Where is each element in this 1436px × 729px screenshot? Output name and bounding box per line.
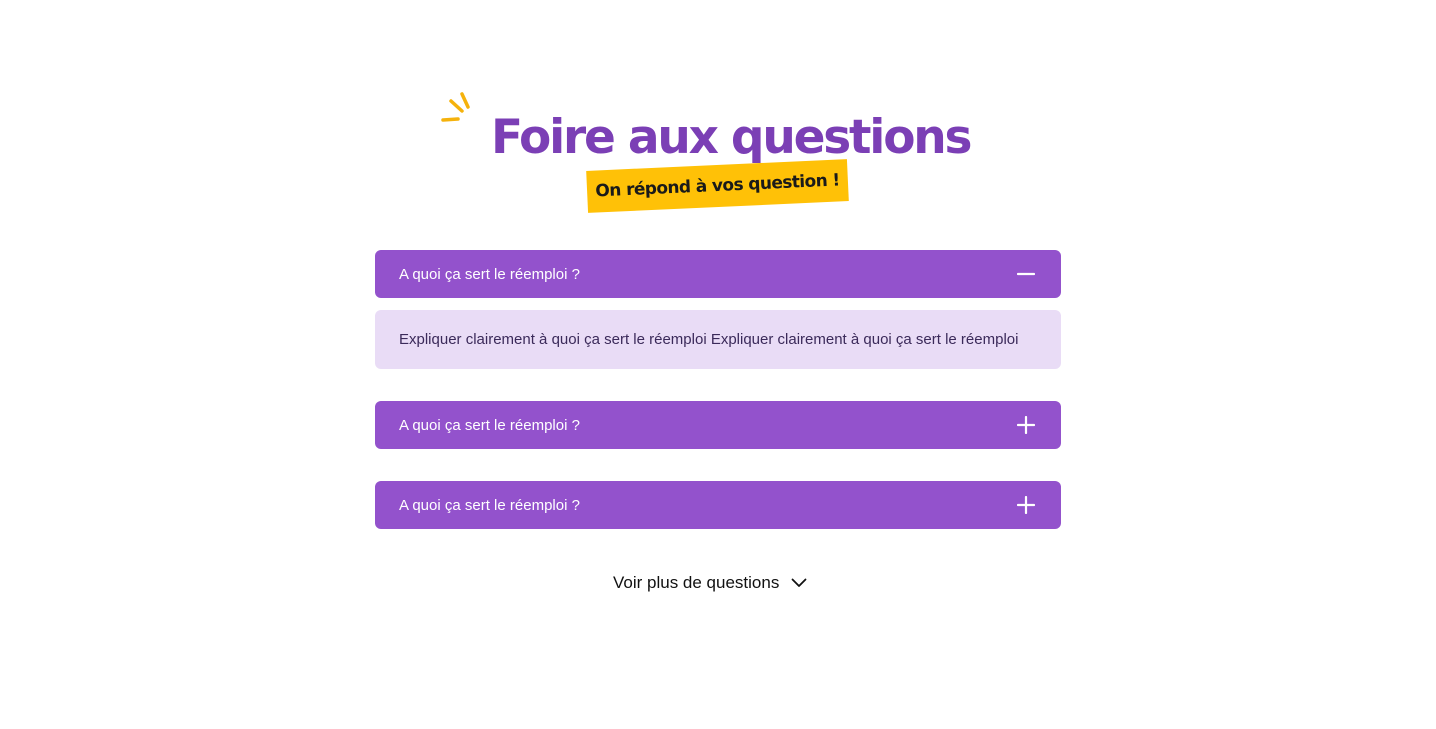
see-more-label: Voir plus de questions <box>613 573 780 592</box>
plus-icon[interactable] <box>1015 414 1037 436</box>
faq-item-2-header[interactable]: A quoi ça sert le réemploi ? <box>375 401 1061 449</box>
faq-question: A quoi ça sert le réemploi ? <box>399 416 580 434</box>
subtitle-tag: On répond à vos question ! <box>586 159 849 213</box>
faq-question: A quoi ça sert le réemploi ? <box>399 265 580 283</box>
faq-question: A quoi ça sert le réemploi ? <box>399 496 580 514</box>
chevron-down-icon <box>791 578 807 587</box>
faq-item-3-header[interactable]: A quoi ça sert le réemploi ? <box>375 481 1061 529</box>
faq-item-1-answer: Expliquer clairement à quoi ça sert le r… <box>375 310 1061 369</box>
page-title: Foire aux questions <box>491 110 973 165</box>
faq-item-1-header[interactable]: A quoi ça sert le réemploi ? <box>375 250 1061 298</box>
sparkle-icon <box>441 92 470 122</box>
plus-icon[interactable] <box>1015 494 1037 516</box>
see-more-questions-button[interactable]: Voir plus de questions <box>613 573 807 593</box>
minus-icon[interactable] <box>1015 263 1037 285</box>
